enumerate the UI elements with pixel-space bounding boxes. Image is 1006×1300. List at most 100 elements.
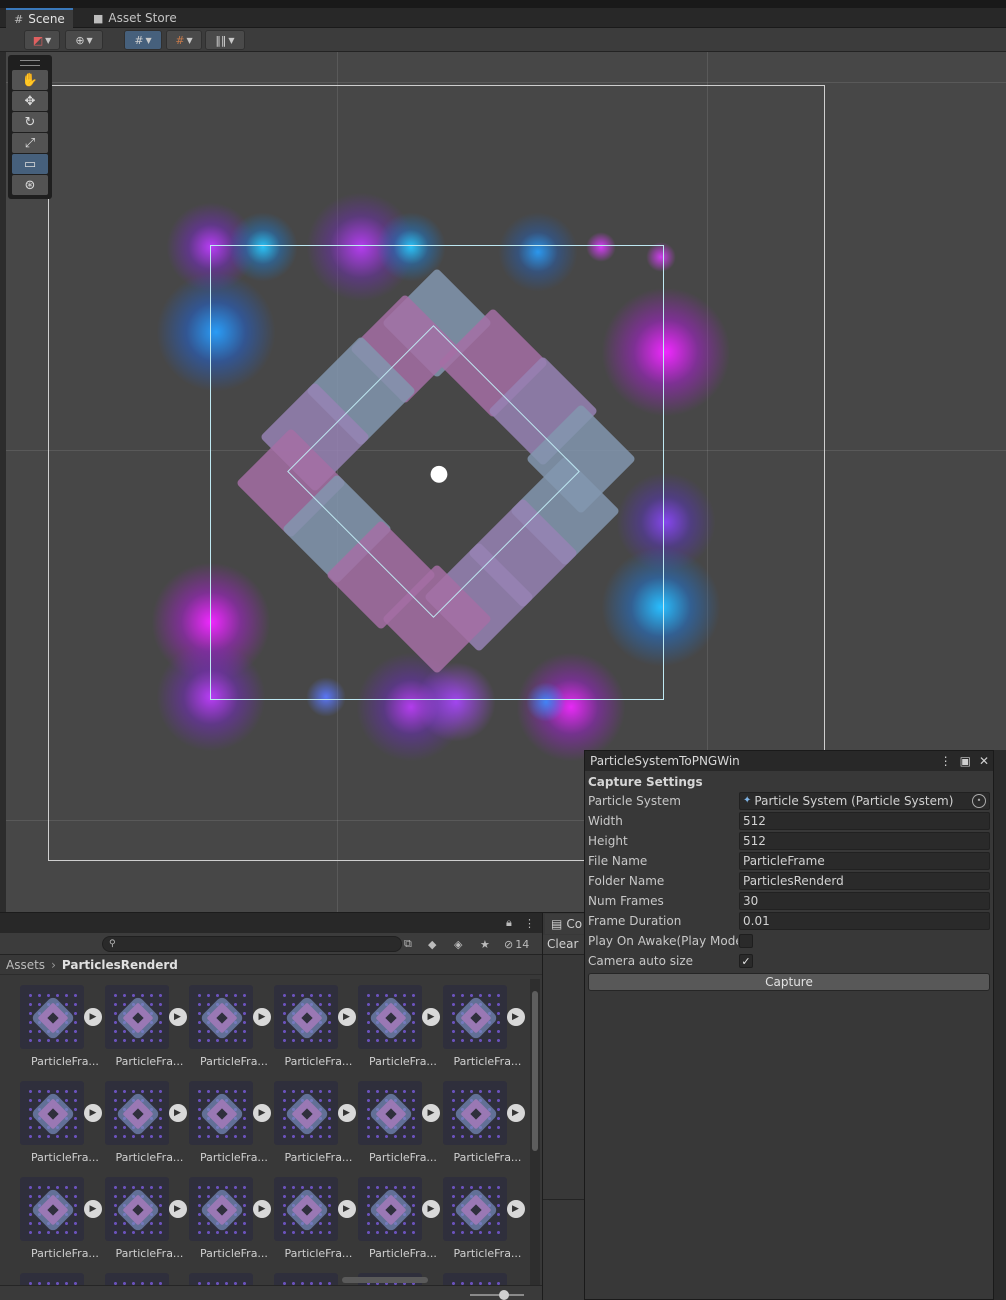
asset-item[interactable]: ▶ ParticleFra... (431, 1075, 525, 1171)
more-options-icon[interactable]: ⋮ (524, 915, 535, 931)
move-tool-icon: ✥ (24, 93, 36, 109)
asset-item[interactable]: ▶ParticleFra... (8, 1075, 102, 1171)
snap-increment-icon: # (175, 33, 185, 47)
breadcrumb-assets[interactable]: Assets (6, 958, 45, 972)
grid-snap-button[interactable]: # ▼ (124, 30, 162, 50)
asset-thumbnail (189, 985, 253, 1049)
asset-item[interactable]: ▶ParticleFra... (346, 1171, 440, 1267)
asset-thumbnail (358, 1081, 422, 1145)
asset-item[interactable]: ▶ParticleFra... (177, 979, 271, 1075)
camera-auto-size-checkbox[interactable]: ✓ (739, 954, 753, 968)
project-scrollbar[interactable] (530, 979, 540, 1285)
favorite-icon[interactable]: ★ (480, 936, 490, 952)
play-icon[interactable]: ▶ (506, 1200, 525, 1218)
tool-grip[interactable] (20, 60, 40, 66)
field-row: File Name ParticleFrame (588, 851, 990, 871)
section-heading: Capture Settings (588, 775, 703, 789)
play-icon[interactable]: ▶ (506, 1104, 525, 1122)
field-input[interactable]: 512 (739, 812, 990, 830)
lock-icon[interactable]: 🔒︎ (506, 915, 512, 931)
tab-scene[interactable]: # Scene (6, 8, 73, 28)
unity-editor: # Scene ■ Asset Store ◩ ▼ ⊕ ▼ # ▼ # ▼ ‖‖ ▼ (0, 0, 1006, 1300)
asset-item[interactable]: ▶ParticleFra... (93, 1171, 187, 1267)
horizontal-scroll-thumb[interactable] (342, 1277, 428, 1283)
field-input[interactable]: ParticleFrame (739, 852, 990, 870)
project-search-input[interactable]: ⚲ (102, 936, 402, 952)
tab-asset-store[interactable]: ■ Asset Store (85, 8, 185, 28)
console-toolbar: Clear (543, 935, 585, 955)
play-on-awake-row: Play On Awake(Play Mode (588, 931, 990, 951)
transform-tool[interactable]: ⊛ (12, 175, 48, 195)
snap-increment-button[interactable]: # ▼ (166, 30, 202, 50)
asset-item[interactable]: ▶ParticleFra... (262, 1171, 356, 1267)
scale-tool[interactable]: ⤢ (12, 133, 48, 153)
filter-by-type-icon[interactable]: ◆ (428, 936, 436, 952)
field-value: 512 (743, 834, 766, 848)
search-by-type-icon[interactable]: ⧉ (404, 936, 412, 952)
asset-item[interactable]: ▶ParticleFra... (8, 979, 102, 1075)
asset-thumbnail (273, 1081, 338, 1145)
rect-tool[interactable]: ▭ (12, 154, 48, 174)
asset-item[interactable]: ▶ParticleFra... (177, 1075, 271, 1171)
particle-system-icon: ✦ (743, 795, 752, 806)
chevron-down-icon: ▼ (186, 35, 193, 45)
filter-by-label-icon[interactable]: ◈ (454, 936, 462, 952)
scrollbar-thumb[interactable] (532, 991, 538, 1151)
asset-item[interactable]: ▶ParticleFra... (93, 1075, 187, 1171)
zoom-slider[interactable] (470, 1294, 524, 1296)
grid-icon: # (14, 12, 24, 26)
asset-item[interactable]: ▶ParticleFra... (346, 979, 440, 1075)
particle-to-png-window: ParticleSystemToPNGWin ⋮ ▣ ✕ Capture Set… (584, 750, 994, 1300)
breadcrumb-current[interactable]: ParticlesRenderd (62, 958, 178, 972)
right-edge (994, 750, 1006, 1300)
field-input[interactable]: 512 (739, 832, 990, 850)
asset-item[interactable]: ▶ParticleFra... (262, 979, 356, 1075)
clear-button[interactable]: Clear (547, 937, 578, 951)
field-value: ParticlesRenderd (743, 874, 844, 888)
particle-system-object-field[interactable]: ✦ Particle System (Particle System) • (739, 792, 990, 810)
rotate-tool[interactable]: ↻ (12, 112, 48, 132)
scale-tool-icon: ⤢ (24, 135, 36, 151)
field-input[interactable]: 0.01 (739, 912, 990, 930)
camera-icon[interactable]: ● (424, 458, 454, 488)
asset-item[interactable]: ▶ParticleFra... (93, 979, 187, 1075)
maximize-icon[interactable]: ▣ (960, 754, 971, 768)
capture-button[interactable]: Capture (588, 973, 990, 991)
globe-button[interactable]: ⊕ ▼ (65, 30, 103, 50)
hand-tool[interactable]: ✋ (12, 70, 48, 90)
field-input[interactable]: 30 (739, 892, 990, 910)
grid-snap-icon: # (134, 33, 144, 47)
field-input[interactable]: ParticlesRenderd (739, 872, 990, 890)
chevron-down-icon: ▼ (45, 35, 52, 45)
asset-item[interactable]: ▶ParticleFra... (431, 979, 525, 1075)
asset-item[interactable]: ▶ParticleFra... (262, 1075, 356, 1171)
field-value: 0.01 (743, 914, 770, 928)
draw-mode-button[interactable]: ◩ ▼ (24, 30, 60, 50)
play-on-awake-checkbox[interactable] (739, 934, 753, 948)
window-titlebar[interactable]: ParticleSystemToPNGWin ⋮ ▣ ✕ (585, 751, 993, 771)
tab-asset-store-label: Asset Store (108, 11, 177, 25)
zoom-slider-knob[interactable] (499, 1290, 509, 1300)
more-options-icon[interactable]: ⋮ (940, 754, 952, 768)
ruler-button[interactable]: ‖‖ ▼ (205, 30, 245, 50)
eye-slash-icon: ⊘ (504, 937, 514, 951)
field-value: ParticleFrame (743, 854, 825, 868)
camera-auto-size-label: Camera auto size (588, 954, 693, 968)
asset-item[interactable]: ▶ParticleFra... (431, 1171, 525, 1267)
project-tabbar: 🔒︎ ⋮ (0, 913, 542, 933)
play-icon[interactable]: ▶ (506, 1008, 525, 1026)
object-picker-icon[interactable]: • (972, 794, 986, 808)
asset-item[interactable]: ▶ParticleFra... (346, 1075, 440, 1171)
asset-item[interactable]: ▶ParticleFra... (8, 1171, 102, 1267)
play-on-awake-label: Play On Awake(Play Mode (588, 934, 738, 948)
field-row: Width 512 (588, 811, 990, 831)
asset-name: ParticleFra... (453, 1151, 522, 1164)
close-icon[interactable]: ✕ (979, 754, 989, 768)
field-label: Height (588, 834, 628, 848)
asset-thumbnail (442, 1081, 507, 1145)
tab-console[interactable]: ▤ Co (545, 914, 585, 934)
move-tool[interactable]: ✥ (12, 91, 48, 111)
chevron-down-icon: ▼ (145, 35, 152, 45)
hidden-packages-button[interactable]: ⊘ 14 (504, 936, 529, 952)
asset-item[interactable]: ▶ParticleFra... (177, 1171, 271, 1267)
